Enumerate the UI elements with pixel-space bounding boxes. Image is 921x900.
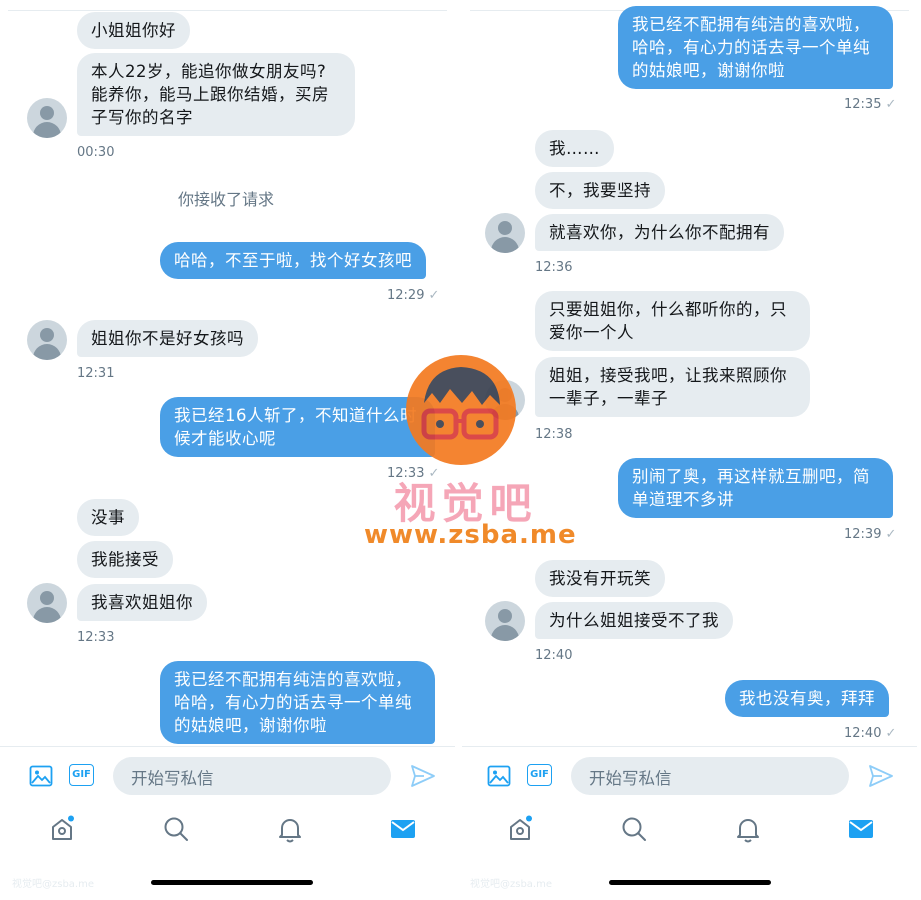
gif-icon[interactable]: GIF: [69, 764, 94, 786]
message-incoming: 没事: [77, 499, 139, 536]
home-indicator: [151, 880, 313, 885]
message-time: 12:29 ✓: [387, 288, 440, 303]
home-icon[interactable]: [49, 815, 77, 843]
message-outgoing: 我已经16人斩了，不知道什么时 候才能收心呢: [160, 397, 435, 457]
check-icon: ✓: [885, 97, 897, 112]
avatar[interactable]: [485, 380, 525, 420]
message-time: 12:40: [535, 648, 573, 663]
search-icon[interactable]: [620, 815, 648, 843]
message-outgoing: 我已经不配拥有纯洁的喜欢啦， 哈哈，有心力的话去寻一个单纯 的姑娘吧，谢谢你啦: [618, 6, 893, 89]
mail-icon[interactable]: [847, 815, 875, 843]
avatar[interactable]: [27, 320, 67, 360]
message-incoming: 就喜欢你，为什么你不配拥有: [535, 214, 784, 251]
message-time: 00:30: [77, 145, 115, 160]
bell-icon[interactable]: [734, 815, 762, 843]
message-time: 12:33: [77, 630, 115, 645]
message-input[interactable]: 开始写私信: [571, 757, 849, 795]
check-icon: ✓: [885, 527, 897, 542]
chat-panel-right: 我已经不配拥有纯洁的喜欢啦， 哈哈，有心力的话去寻一个单纯 的姑娘吧，谢谢你啦 …: [462, 0, 917, 900]
check-icon: ✓: [428, 466, 440, 481]
check-icon: ✓: [885, 726, 897, 741]
message-incoming: 只要姐姐你，什么都听你的，只 爱你一个人: [535, 291, 810, 351]
message-incoming: 本人22岁，能追你做女朋友吗? 能养你，能马上跟你结婚，买房 子写你的名字: [77, 53, 355, 136]
send-icon[interactable]: [868, 764, 894, 788]
watermark-small: 视觉吧@zsba.me: [470, 879, 553, 890]
message-time: 12:33 ✓: [387, 466, 440, 481]
image-icon[interactable]: [487, 764, 511, 788]
message-input[interactable]: 开始写私信: [113, 757, 391, 795]
bell-icon[interactable]: [276, 815, 304, 843]
message-incoming: 姐姐，接受我吧，让我来照顾你 一辈子，一辈子: [535, 357, 810, 417]
check-icon: ✓: [428, 288, 440, 303]
message-input-placeholder: 开始写私信: [589, 769, 672, 788]
divider: [8, 10, 447, 11]
message-time: 12:39 ✓: [844, 527, 897, 542]
message-incoming: 姐姐你不是好女孩吗: [77, 320, 258, 357]
message-outgoing: 哈哈，不至于啦，找个好女孩吧: [160, 242, 426, 279]
message-incoming: 我没有开玩笑: [535, 560, 665, 597]
message-incoming: 小姐姐你好: [77, 12, 190, 49]
message-incoming: 我能接受: [77, 541, 173, 578]
chat-panel-left: 小姐姐你好 本人22岁，能追你做女朋友吗? 能养你，能马上跟你结婚，买房 子写你…: [0, 0, 455, 900]
watermark-small: 视觉吧@zsba.me: [12, 879, 95, 890]
home-indicator: [609, 880, 771, 885]
message-outgoing: 我也没有奥，拜拜: [725, 680, 889, 717]
avatar[interactable]: [485, 213, 525, 253]
composer-divider: [0, 746, 455, 747]
message-incoming: 我……: [535, 130, 614, 167]
search-icon[interactable]: [162, 815, 190, 843]
avatar[interactable]: [485, 601, 525, 641]
message-incoming: 我喜欢姐姐你: [77, 584, 207, 621]
message-time: 12:36: [535, 260, 573, 275]
system-message: 你接收了请求: [178, 190, 275, 209]
message-incoming: 不，我要坚持: [535, 172, 665, 209]
message-outgoing: 别闹了奥，再这样就互删吧，简 单道理不多讲: [618, 458, 893, 518]
mail-icon[interactable]: [389, 815, 417, 843]
avatar[interactable]: [27, 583, 67, 623]
composer-divider: [462, 746, 917, 747]
message-outgoing: 我已经不配拥有纯洁的喜欢啦， 哈哈，有心力的话去寻一个单纯 的姑娘吧，谢谢你啦: [160, 661, 435, 744]
send-icon[interactable]: [410, 764, 436, 788]
message-time: 12:40 ✓: [844, 726, 897, 741]
message-time: 12:31: [77, 366, 115, 381]
message-time: 12:38: [535, 427, 573, 442]
home-icon[interactable]: [507, 815, 535, 843]
message-input-placeholder: 开始写私信: [131, 769, 214, 788]
message-time: 12:35 ✓: [844, 97, 897, 112]
message-incoming: 为什么姐姐接受不了我: [535, 602, 733, 639]
image-icon[interactable]: [29, 764, 53, 788]
avatar[interactable]: [27, 98, 67, 138]
gif-icon[interactable]: GIF: [527, 764, 552, 786]
